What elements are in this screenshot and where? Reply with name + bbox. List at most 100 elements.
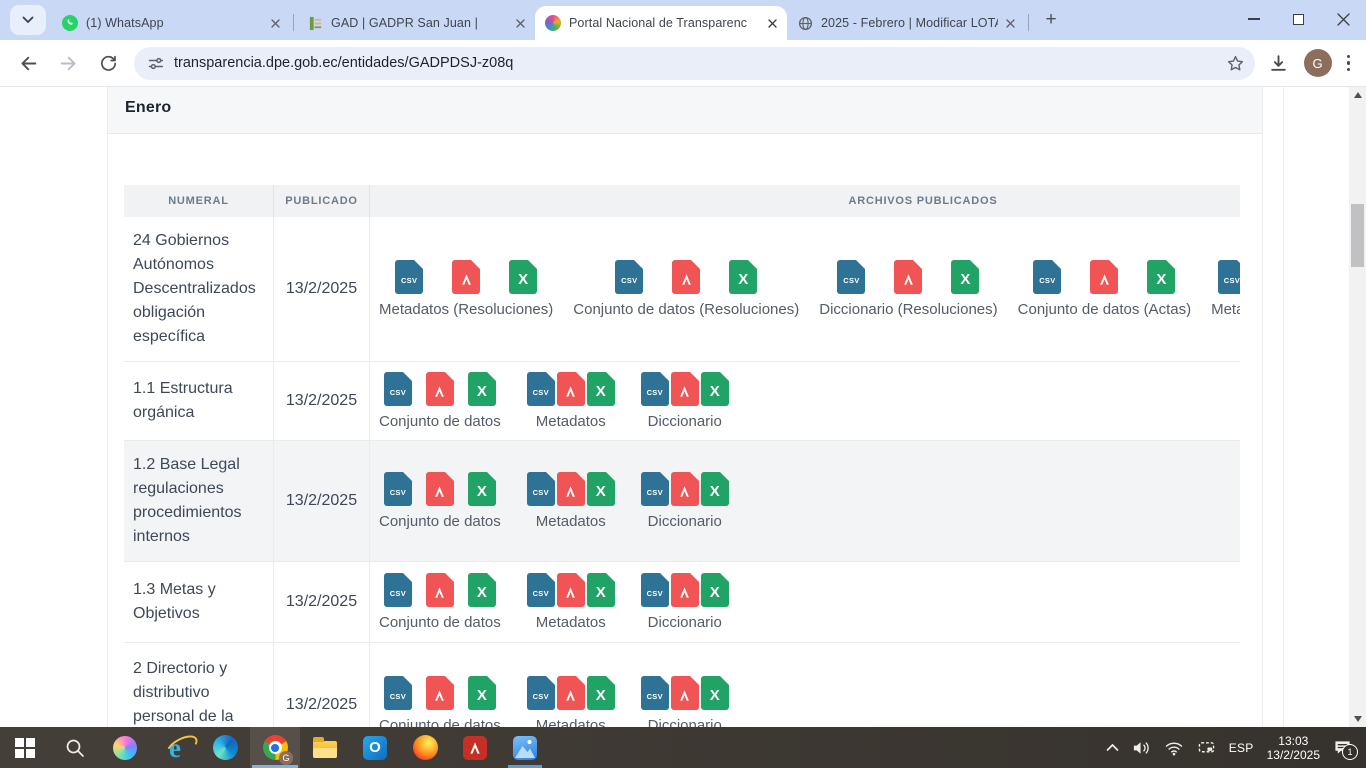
tab-febrero[interactable]: 2025 - Febrero | Modificar LOTA: [787, 6, 1025, 40]
csv-file-icon[interactable]: CSV: [641, 472, 669, 506]
xls-file-icon[interactable]: X: [468, 676, 496, 710]
xls-file-icon[interactable]: X: [468, 372, 496, 406]
xls-file-icon[interactable]: X: [587, 472, 615, 506]
xls-file-icon[interactable]: X: [1147, 260, 1175, 294]
address-bar[interactable]: transparencia.dpe.gob.ec/entidades/GADPD…: [134, 47, 1255, 80]
csv-file-icon[interactable]: CSV: [527, 573, 555, 607]
minimize-button[interactable]: [1231, 0, 1276, 38]
page-scrollbar[interactable]: [1349, 87, 1366, 727]
pdf-file-icon[interactable]: [426, 372, 454, 406]
taskbar-clock[interactable]: 13:03 13/2/2025: [1267, 734, 1320, 762]
csv-file-icon[interactable]: CSV: [527, 372, 555, 406]
close-button[interactable]: [1321, 0, 1366, 38]
taskbar-edge-button[interactable]: [200, 727, 250, 768]
csv-file-icon[interactable]: CSV: [1033, 260, 1061, 294]
scrollbar-down-arrow[interactable]: [1349, 711, 1366, 727]
new-tab-button[interactable]: +: [1037, 6, 1065, 34]
csv-file-icon[interactable]: CSV: [641, 573, 669, 607]
taskbar-copilot-button[interactable]: [100, 727, 150, 768]
xls-file-icon[interactable]: X: [468, 573, 496, 607]
xls-file-icon[interactable]: X: [951, 260, 979, 294]
taskbar-search-button[interactable]: [50, 727, 100, 768]
refresh-button[interactable]: [96, 51, 120, 75]
csv-file-icon[interactable]: CSV: [395, 260, 423, 294]
taskbar-internet-explorer-button[interactable]: e: [150, 727, 200, 768]
restore-button[interactable]: [1276, 0, 1321, 38]
pdf-file-icon[interactable]: [672, 260, 700, 294]
taskbar-start-button[interactable]: [0, 727, 50, 768]
xls-letter: X: [960, 271, 970, 288]
tab-close-icon[interactable]: [1002, 15, 1019, 32]
pdf-file-icon[interactable]: [671, 676, 699, 710]
xls-file-icon[interactable]: X: [701, 676, 729, 710]
file-group-label: Metadatos: [536, 614, 606, 631]
taskbar-file-explorer-button[interactable]: [300, 727, 350, 768]
xls-file-icon[interactable]: X: [468, 472, 496, 506]
csv-file-icon[interactable]: CSV: [615, 260, 643, 294]
csv-file-icon[interactable]: CSV: [527, 676, 555, 710]
pdf-file-icon[interactable]: [671, 573, 699, 607]
taskbar-acrobat-button[interactable]: [450, 727, 500, 768]
tray-expand-button[interactable]: [1106, 743, 1119, 752]
csv-file-icon[interactable]: CSV: [384, 676, 412, 710]
scrollbar-thumb[interactable]: [1351, 204, 1364, 267]
pdf-file-icon[interactable]: [894, 260, 922, 294]
taskbar-photos-button[interactable]: [500, 727, 550, 768]
xls-file-icon[interactable]: X: [701, 573, 729, 607]
csv-file-icon[interactable]: CSV: [527, 472, 555, 506]
taskbar-chrome-button[interactable]: G: [250, 727, 300, 768]
xls-file-icon[interactable]: X: [587, 676, 615, 710]
csv-file-icon[interactable]: CSV: [384, 372, 412, 406]
tab-close-icon[interactable]: [512, 15, 529, 32]
tab-search-button[interactable]: [10, 5, 46, 35]
site-info-icon[interactable]: [147, 55, 164, 72]
back-button[interactable]: [16, 51, 40, 75]
taskbar-outlook-button[interactable]: O: [350, 727, 400, 768]
csv-file-icon[interactable]: CSV: [641, 676, 669, 710]
xls-letter: X: [710, 383, 720, 400]
bookmark-star-icon[interactable]: [1226, 54, 1245, 73]
xls-file-icon[interactable]: X: [587, 372, 615, 406]
xls-file-icon[interactable]: X: [509, 260, 537, 294]
csv-file-icon[interactable]: CSV: [837, 260, 865, 294]
url-text[interactable]: transparencia.dpe.gob.ec/entidades/GADPD…: [174, 55, 1226, 71]
language-indicator[interactable]: ESP: [1229, 741, 1254, 755]
pdf-file-icon[interactable]: [557, 573, 585, 607]
xls-file-icon[interactable]: X: [701, 472, 729, 506]
csv-file-icon[interactable]: CSV: [1218, 260, 1240, 294]
tab-gad[interactable]: GAD | GADPR San Juan |: [297, 6, 535, 40]
pdf-file-icon[interactable]: [557, 472, 585, 506]
scrollbar-up-arrow[interactable]: [1349, 87, 1366, 103]
tab-whatsapp[interactable]: (1) WhatsApp: [52, 6, 290, 40]
xls-file-icon[interactable]: X: [701, 372, 729, 406]
pdf-file-icon[interactable]: [426, 676, 454, 710]
pdf-file-icon[interactable]: [671, 472, 699, 506]
pdf-file-icon[interactable]: [1090, 260, 1118, 294]
pdf-file-icon[interactable]: [557, 676, 585, 710]
csv-label: CSV: [533, 488, 549, 497]
pdf-file-icon[interactable]: [426, 573, 454, 607]
pdf-file-icon[interactable]: [557, 372, 585, 406]
pdf-file-icon[interactable]: [452, 260, 480, 294]
xls-letter: X: [596, 383, 606, 400]
tab-portal-active[interactable]: Portal Nacional de Transparenc: [535, 6, 787, 40]
xls-file-icon[interactable]: X: [587, 573, 615, 607]
csv-file-icon[interactable]: CSV: [384, 573, 412, 607]
pdf-file-icon[interactable]: [671, 372, 699, 406]
menu-button[interactable]: [1347, 55, 1351, 72]
display-cast-icon[interactable]: [1197, 740, 1216, 756]
csv-file-icon[interactable]: CSV: [641, 372, 669, 406]
pdf-file-icon[interactable]: [426, 472, 454, 506]
taskbar-firefox-button[interactable]: [400, 727, 450, 768]
csv-file-icon[interactable]: CSV: [384, 472, 412, 506]
tab-close-icon[interactable]: [267, 15, 284, 32]
downloads-button[interactable]: [1267, 51, 1291, 75]
tab-close-icon[interactable]: [764, 15, 781, 32]
wifi-icon[interactable]: [1164, 740, 1184, 756]
notification-center-button[interactable]: 1: [1333, 739, 1352, 756]
forward-button[interactable]: [56, 51, 80, 75]
volume-icon[interactable]: [1132, 740, 1151, 756]
xls-file-icon[interactable]: X: [729, 260, 757, 294]
tab-title: (1) WhatsApp: [86, 16, 263, 30]
profile-avatar[interactable]: G: [1304, 49, 1332, 77]
